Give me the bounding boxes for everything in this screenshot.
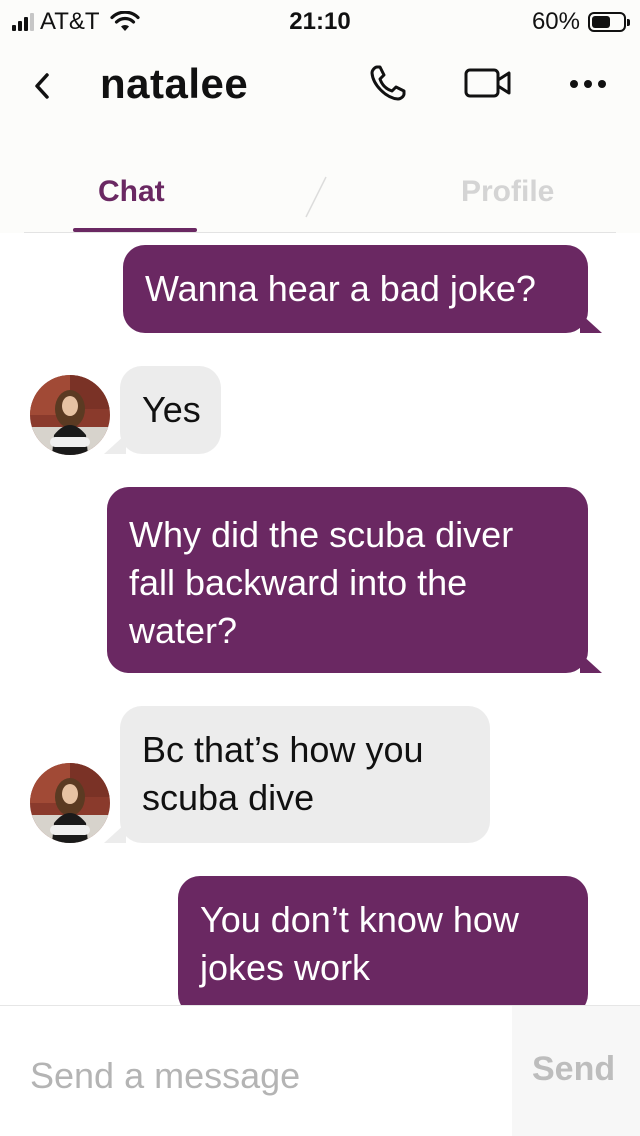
tab-profile[interactable]: Profile	[461, 175, 554, 209]
message-bubble-incoming[interactable]: Yes	[120, 366, 221, 454]
more-options-button[interactable]	[560, 60, 616, 110]
message-text: Bc that’s how you scuba dive	[142, 729, 424, 818]
message-input[interactable]	[30, 1046, 490, 1106]
bubble-tail	[580, 653, 602, 673]
battery-fill	[592, 16, 610, 28]
battery-icon	[588, 12, 630, 32]
video-call-button[interactable]	[460, 60, 516, 110]
phone-icon	[368, 63, 408, 108]
tab-bar: Chat Profile	[0, 145, 640, 233]
message-text: You don’t know how jokes work	[200, 899, 519, 988]
status-right: 60%	[531, 8, 630, 36]
message-bubble-outgoing[interactable]: Wanna hear a bad joke?	[123, 245, 588, 333]
message-bubble-incoming[interactable]: Bc that’s how you scuba dive	[120, 706, 490, 843]
message-text: Yes	[142, 389, 201, 430]
contact-avatar[interactable]	[30, 763, 110, 843]
contact-name: natalee	[100, 60, 249, 107]
chevron-left-icon	[32, 71, 52, 106]
send-area: Send	[512, 1006, 640, 1136]
bubble-tail	[580, 313, 602, 333]
message-list[interactable]: Wanna hear a bad joke? Yes Why did the s…	[0, 233, 640, 1005]
call-button[interactable]	[360, 60, 416, 110]
back-button[interactable]	[24, 66, 60, 110]
send-button[interactable]: Send	[532, 1050, 615, 1089]
battery-percent: 60%	[531, 8, 580, 35]
status-bar: AT&T 21:10 60%	[0, 0, 640, 40]
message-bubble-outgoing[interactable]: Why did the scuba diver fall backward in…	[107, 487, 588, 673]
tab-divider	[304, 175, 328, 219]
message-text: Wanna hear a bad joke?	[145, 268, 536, 309]
message-text: Why did the scuba diver fall backward in…	[129, 514, 514, 651]
video-icon	[464, 67, 512, 104]
message-bubble-outgoing[interactable]: You don’t know how jokes work	[178, 876, 588, 1005]
contact-avatar[interactable]	[30, 375, 110, 455]
tab-chat[interactable]: Chat	[98, 175, 165, 209]
message-composer: Send	[0, 1005, 640, 1136]
more-icon	[569, 76, 607, 94]
chat-header: natalee	[0, 40, 640, 145]
